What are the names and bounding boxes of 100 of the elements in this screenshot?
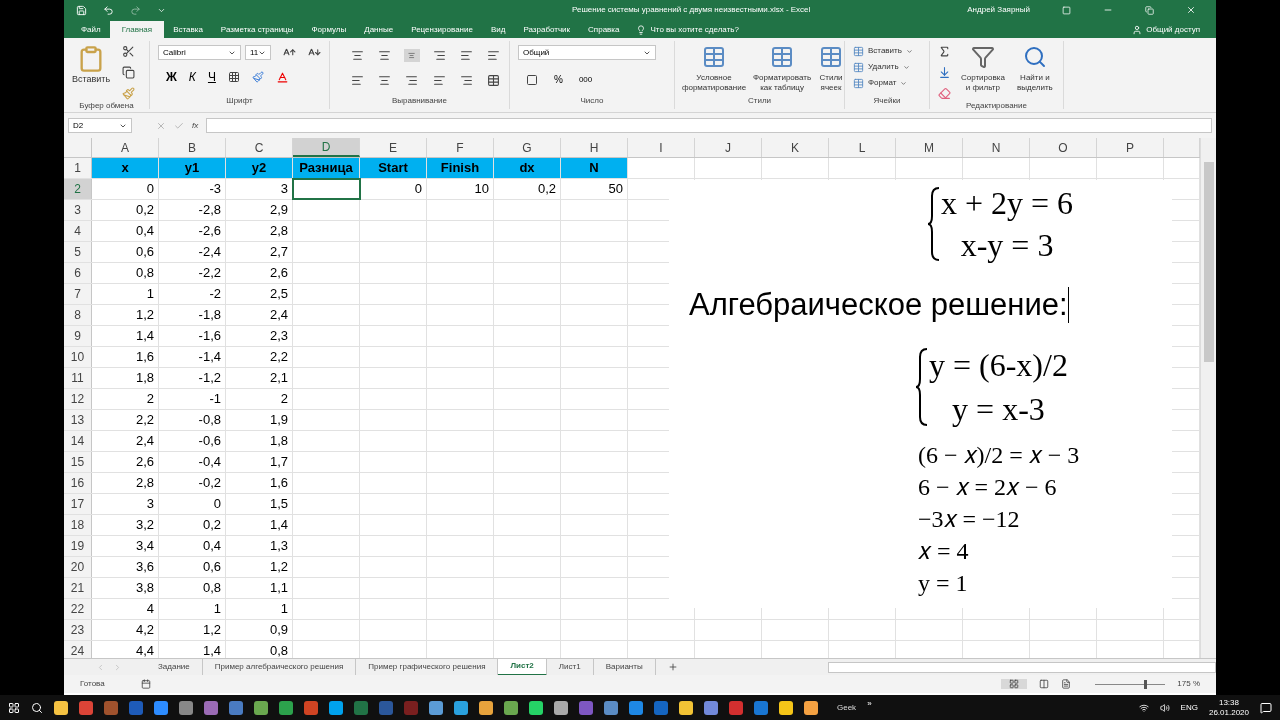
app-icon[interactable] <box>54 700 68 715</box>
column-header[interactable]: L <box>829 138 896 157</box>
app-icon[interactable] <box>254 700 268 715</box>
column-header[interactable]: M <box>896 138 963 157</box>
column-header[interactable]: A <box>92 138 159 157</box>
app-icon[interactable] <box>329 700 343 715</box>
column-header[interactable]: H <box>561 138 628 157</box>
column-header[interactable]: G <box>494 138 561 157</box>
text-box[interactable]: x + 2y = 6 x-y = 3 Алгебраическое решение: y = (6-x)/2 y = x-3 (6 − 𝑥)/2 = 𝑥 − 3 6 − 𝑥 = 2𝑥 − 6 −3𝑥 = −12 𝑥 = 4 y = 1 <box>669 180 1172 608</box>
app-icon[interactable] <box>604 700 618 715</box>
align-icon[interactable] <box>431 49 447 62</box>
row-header[interactable]: 15 <box>64 452 92 472</box>
app-icon[interactable] <box>429 700 443 715</box>
language-indicator[interactable]: ENG <box>1180 701 1198 714</box>
windows-icon[interactable] <box>8 701 20 714</box>
fill-down-icon[interactable] <box>938 66 951 79</box>
borders-icon[interactable] <box>227 71 240 83</box>
ribbon-options-icon[interactable] <box>1062 5 1071 15</box>
clock-time[interactable]: 13:38 <box>1218 697 1239 708</box>
app-icon[interactable] <box>154 700 168 715</box>
align-icon[interactable] <box>485 49 501 62</box>
align-icon[interactable] <box>458 49 474 62</box>
font-name-field[interactable]: Calibri <box>158 45 241 60</box>
styles-button[interactable]: Форматировать как таблицу <box>753 45 812 93</box>
ribbon-tab[interactable]: Вставка <box>164 21 212 38</box>
ribbon-tab[interactable]: Рецензирование <box>402 21 482 38</box>
row-header[interactable]: 19 <box>64 536 92 556</box>
paste-button[interactable]: Вставить <box>72 45 111 87</box>
horizontal-scrollbar[interactable] <box>827 661 1216 673</box>
row-header[interactable]: 24 <box>64 641 92 658</box>
cells-button[interactable]: Удалить <box>853 61 921 73</box>
add-sheet-icon[interactable] <box>667 662 678 672</box>
row-header[interactable]: 3 <box>64 200 92 220</box>
column-header[interactable]: E <box>360 138 427 157</box>
app-icon[interactable] <box>204 700 218 715</box>
app-icon[interactable] <box>629 700 643 715</box>
sum-icon[interactable] <box>938 45 951 58</box>
scrollbar-thumb[interactable] <box>1203 162 1214 362</box>
ribbon-tab[interactable]: Данные <box>355 21 403 38</box>
row-header[interactable]: 12 <box>64 389 92 409</box>
name-box[interactable]: D2 <box>68 118 132 133</box>
zoom-level[interactable]: 175 % <box>1177 678 1200 690</box>
page-break-icon[interactable] <box>1061 679 1072 689</box>
row-header[interactable]: 9 <box>64 326 92 346</box>
row-header[interactable]: 2 <box>64 179 92 199</box>
notifications-icon[interactable] <box>1260 701 1272 714</box>
restore-icon[interactable] <box>1145 5 1154 15</box>
copy-icon[interactable] <box>122 66 136 79</box>
app-icon[interactable] <box>704 700 718 715</box>
row-header[interactable]: 8 <box>64 305 92 325</box>
row-header[interactable]: 16 <box>64 473 92 493</box>
app-icon[interactable] <box>679 700 693 715</box>
find-button[interactable]: Найти и выделить <box>1014 45 1055 93</box>
close-icon[interactable] <box>1186 5 1196 15</box>
styles-button[interactable]: Условное форматирование <box>683 45 745 93</box>
ribbon-tab[interactable]: Формулы <box>302 21 356 38</box>
formula-input[interactable] <box>206 118 1212 133</box>
ribbon-tab[interactable]: Файл <box>72 21 110 38</box>
styles-button[interactable]: Стили ячеек <box>819 45 844 93</box>
row-header[interactable]: 6 <box>64 263 92 283</box>
toolbar-overflow[interactable]: » <box>867 697 872 710</box>
align-icon[interactable] <box>485 74 501 87</box>
undo-icon[interactable] <box>103 4 114 16</box>
app-icon[interactable] <box>529 700 543 715</box>
save-icon[interactable] <box>76 4 87 16</box>
ribbon-tab[interactable]: Разработчик <box>514 21 580 38</box>
vertical-scrollbar[interactable] <box>1200 138 1216 658</box>
ribbon-tab[interactable]: Справка <box>579 21 629 38</box>
column-header[interactable]: I <box>628 138 695 157</box>
clock-date[interactable]: 26.01.2020 <box>1208 707 1249 718</box>
app-icon[interactable] <box>279 700 293 715</box>
align-icon[interactable] <box>458 74 474 87</box>
cells-button[interactable]: Формат <box>853 77 921 89</box>
row-header[interactable]: 17 <box>64 494 92 514</box>
column-header[interactable]: P <box>1097 138 1164 157</box>
align-icon[interactable] <box>350 74 366 87</box>
underline-button[interactable]: Ч <box>207 68 216 86</box>
align-icon[interactable] <box>404 74 420 87</box>
zoom-thumb[interactable] <box>1144 679 1148 689</box>
row-header[interactable]: 23 <box>64 620 92 640</box>
volume-icon[interactable] <box>1159 702 1170 713</box>
percent-button[interactable]: % <box>554 72 563 87</box>
row-header[interactable]: 13 <box>64 410 92 430</box>
align-icon[interactable] <box>431 74 447 87</box>
share-button[interactable]: Общий доступ <box>1146 23 1200 36</box>
align-icon[interactable] <box>377 74 393 87</box>
column-header[interactable]: B <box>159 138 226 157</box>
ribbon-tab[interactable]: Вид <box>481 21 515 38</box>
bold-button[interactable]: Ж <box>166 68 177 86</box>
app-icon[interactable] <box>179 700 193 715</box>
column-header[interactable]: D <box>293 138 360 157</box>
column-header[interactable]: O <box>1030 138 1097 157</box>
fill-color-icon[interactable] <box>251 71 264 83</box>
align-icon[interactable] <box>377 49 393 62</box>
row-header[interactable]: 5 <box>64 242 92 262</box>
thousands-button[interactable]: 000 <box>578 73 593 86</box>
app-icon[interactable] <box>804 700 818 715</box>
app-icon[interactable] <box>554 700 568 715</box>
font-color-icon[interactable] <box>275 70 289 84</box>
column-header[interactable]: K <box>762 138 829 157</box>
